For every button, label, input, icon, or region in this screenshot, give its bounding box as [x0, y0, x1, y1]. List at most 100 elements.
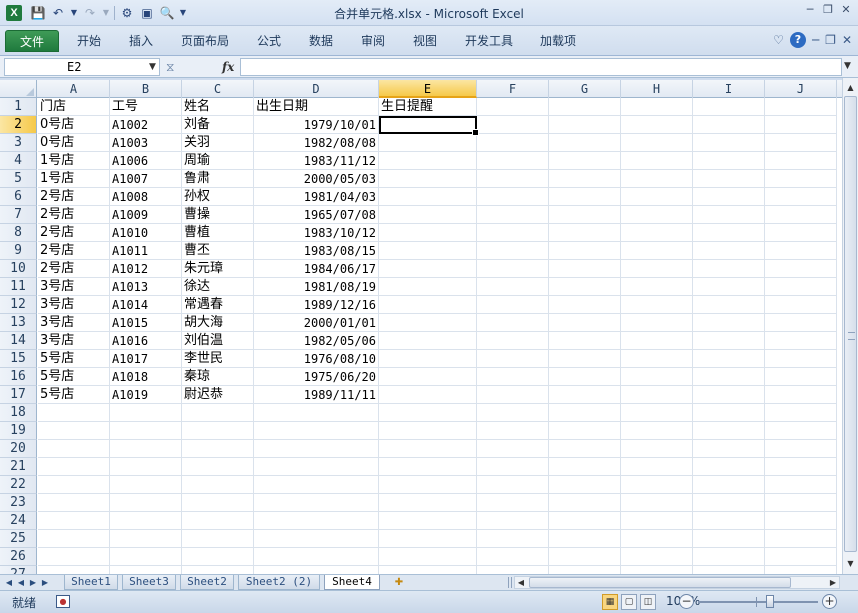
- cell-j17[interactable]: [765, 386, 837, 404]
- cell-c27[interactable]: [182, 566, 254, 574]
- cell-e21[interactable]: [379, 458, 477, 476]
- zoom-out-icon[interactable]: −: [679, 594, 694, 609]
- cell-c21[interactable]: [182, 458, 254, 476]
- cell-a1[interactable]: 门店: [38, 98, 110, 116]
- cell-a11[interactable]: 3号店: [38, 278, 110, 296]
- row-header[interactable]: 20: [0, 440, 37, 458]
- cell-j26[interactable]: [765, 548, 837, 566]
- cell-j19[interactable]: [765, 422, 837, 440]
- cell-g5[interactable]: [549, 170, 621, 188]
- cell-h26[interactable]: [621, 548, 693, 566]
- cell-c17[interactable]: 尉迟恭: [182, 386, 254, 404]
- cell-d14[interactable]: 1982/05/06: [254, 332, 379, 350]
- cell-f18[interactable]: [477, 404, 549, 422]
- cell-f22[interactable]: [477, 476, 549, 494]
- cell-e25[interactable]: [379, 530, 477, 548]
- cell-e15[interactable]: [379, 350, 477, 368]
- cell-i25[interactable]: [693, 530, 765, 548]
- cell-h12[interactable]: [621, 296, 693, 314]
- tab-developer[interactable]: 开发工具: [458, 30, 520, 52]
- tab-file[interactable]: 文件: [5, 30, 59, 52]
- cell-a24[interactable]: [38, 512, 110, 530]
- cell-h24[interactable]: [621, 512, 693, 530]
- cell-h7[interactable]: [621, 206, 693, 224]
- expand-formula-bar-icon[interactable]: ▼: [844, 61, 851, 71]
- cell-d2[interactable]: 1979/10/01: [254, 116, 379, 134]
- cell-d26[interactable]: [254, 548, 379, 566]
- cell-i3[interactable]: [693, 134, 765, 152]
- cell-f8[interactable]: [477, 224, 549, 242]
- cell-c24[interactable]: [182, 512, 254, 530]
- cell-i2[interactable]: [693, 116, 765, 134]
- cell-b17[interactable]: A1019: [110, 386, 182, 404]
- row-header[interactable]: 1: [0, 98, 37, 116]
- vertical-scroll-thumb[interactable]: [844, 96, 857, 552]
- cell-f20[interactable]: [477, 440, 549, 458]
- row-header[interactable]: 6: [0, 188, 37, 206]
- cell-e6[interactable]: [379, 188, 477, 206]
- column-header-d[interactable]: D: [254, 80, 379, 98]
- cell-c16[interactable]: 秦琼: [182, 368, 254, 386]
- cell-b13[interactable]: A1015: [110, 314, 182, 332]
- cell-j6[interactable]: [765, 188, 837, 206]
- cell-d22[interactable]: [254, 476, 379, 494]
- cell-g21[interactable]: [549, 458, 621, 476]
- cell-c7[interactable]: 曹操: [182, 206, 254, 224]
- cell-a23[interactable]: [38, 494, 110, 512]
- cell-h16[interactable]: [621, 368, 693, 386]
- cell-g11[interactable]: [549, 278, 621, 296]
- cell-d11[interactable]: 1981/08/19: [254, 278, 379, 296]
- cell-e26[interactable]: [379, 548, 477, 566]
- cell-d3[interactable]: 1982/08/08: [254, 134, 379, 152]
- name-box[interactable]: E2: [4, 58, 160, 76]
- cell-a6[interactable]: 2号店: [38, 188, 110, 206]
- cell-b18[interactable]: [110, 404, 182, 422]
- cell-d6[interactable]: 1981/04/03: [254, 188, 379, 206]
- cell-d13[interactable]: 2000/01/01: [254, 314, 379, 332]
- cell-j21[interactable]: [765, 458, 837, 476]
- cell-c1[interactable]: 姓名: [182, 98, 254, 116]
- sheet-tab-sheet1[interactable]: Sheet1: [64, 575, 118, 590]
- cell-i18[interactable]: [693, 404, 765, 422]
- tab-review[interactable]: 审阅: [354, 30, 392, 52]
- cell-a18[interactable]: [38, 404, 110, 422]
- cell-b6[interactable]: A1008: [110, 188, 182, 206]
- cell-c18[interactable]: [182, 404, 254, 422]
- first-sheet-icon[interactable]: ◀: [4, 575, 14, 590]
- cell-i10[interactable]: [693, 260, 765, 278]
- column-header-a[interactable]: A: [38, 80, 110, 98]
- cell-e4[interactable]: [379, 152, 477, 170]
- cell-c10[interactable]: 朱元璋: [182, 260, 254, 278]
- cell-d4[interactable]: 1983/11/12: [254, 152, 379, 170]
- cell-d18[interactable]: [254, 404, 379, 422]
- cell-f5[interactable]: [477, 170, 549, 188]
- cell-b20[interactable]: [110, 440, 182, 458]
- cell-i26[interactable]: [693, 548, 765, 566]
- cell-h15[interactable]: [621, 350, 693, 368]
- row-header[interactable]: 8: [0, 224, 37, 242]
- cell-g22[interactable]: [549, 476, 621, 494]
- page-layout-view-icon[interactable]: ▢: [621, 594, 637, 610]
- cell-h23[interactable]: [621, 494, 693, 512]
- cell-f24[interactable]: [477, 512, 549, 530]
- cell-g20[interactable]: [549, 440, 621, 458]
- cell-g13[interactable]: [549, 314, 621, 332]
- cell-h25[interactable]: [621, 530, 693, 548]
- row-header[interactable]: 13: [0, 314, 37, 332]
- cell-b12[interactable]: A1014: [110, 296, 182, 314]
- cell-a3[interactable]: 0号店: [38, 134, 110, 152]
- cell-f9[interactable]: [477, 242, 549, 260]
- cell-f10[interactable]: [477, 260, 549, 278]
- cell-i19[interactable]: [693, 422, 765, 440]
- sheet-tab-sheet2-copy[interactable]: Sheet2 (2): [238, 575, 320, 590]
- prev-sheet-icon[interactable]: ◀: [16, 575, 26, 590]
- cell-f26[interactable]: [477, 548, 549, 566]
- cell-i1[interactable]: [693, 98, 765, 116]
- cell-b10[interactable]: A1012: [110, 260, 182, 278]
- cell-e23[interactable]: [379, 494, 477, 512]
- cell-j3[interactable]: [765, 134, 837, 152]
- record-macro-icon[interactable]: ●: [56, 595, 70, 608]
- cell-a15[interactable]: 5号店: [38, 350, 110, 368]
- cell-f15[interactable]: [477, 350, 549, 368]
- cell-b9[interactable]: A1011: [110, 242, 182, 260]
